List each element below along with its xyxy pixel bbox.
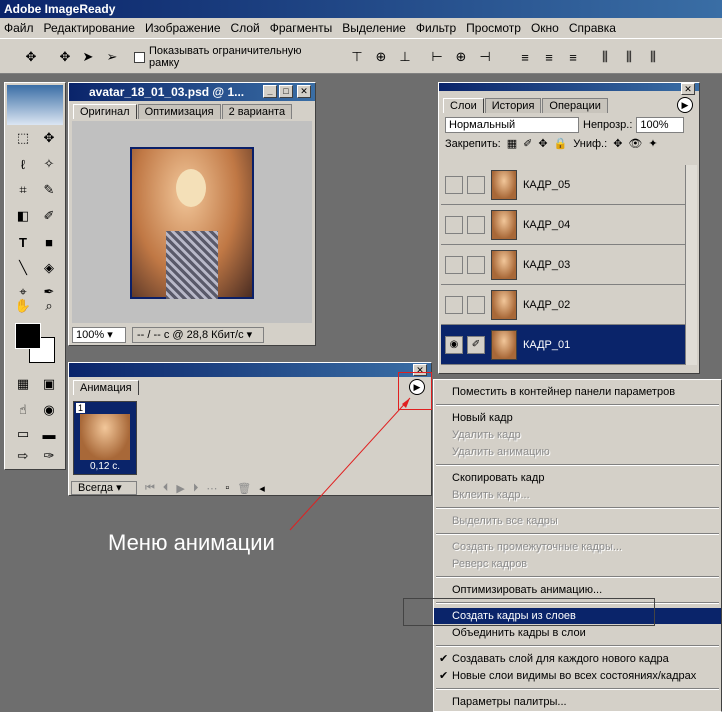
annotation-highlight-box [403,598,655,626]
annotation-label: Меню анимации [108,530,275,555]
